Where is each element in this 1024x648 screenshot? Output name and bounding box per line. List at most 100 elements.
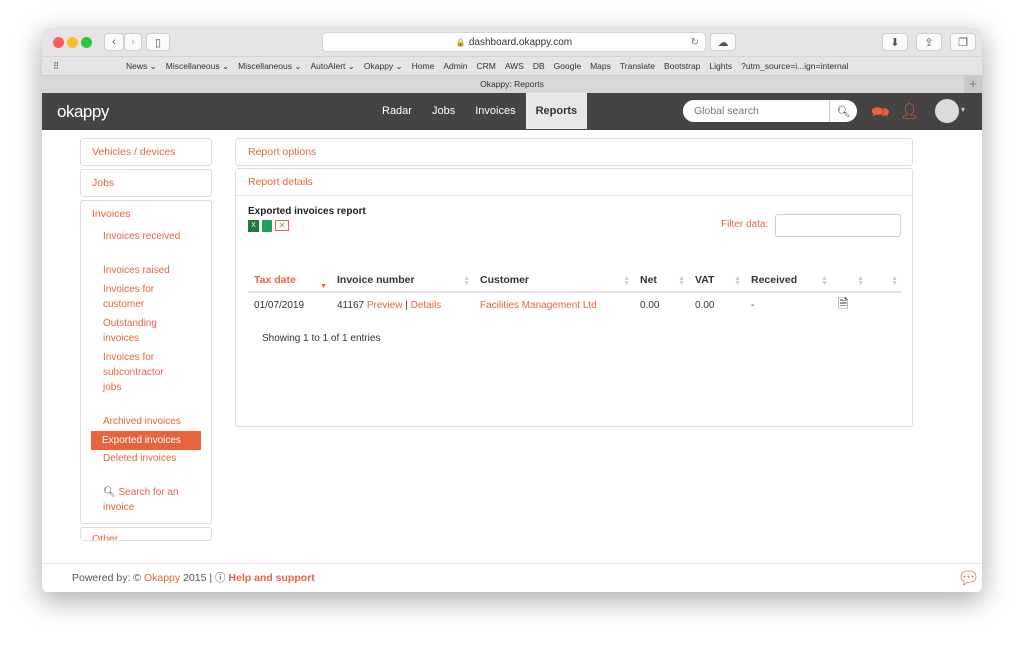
sort-icon: ▲ ▼ [891,275,898,287]
table-row: 01/07/2019 41167 Preview | Details Facil… [248,292,902,318]
sort-icon: ▲ ▼ [821,275,828,287]
report-options-panel: Report options [235,138,913,166]
user-alert-icon[interactable]: 👤︎ [900,102,919,120]
icloud-icon[interactable]: ☁ [710,33,736,51]
bookmarks-bar: ⠿ News ⌄ Miscellaneous ⌄ Miscellaneous ⌄… [42,56,982,75]
navbar: okappy Radar Jobs Invoices Reports 🔍︎ 🗪 … [42,93,982,130]
sort-icon: ▲ ▼ [623,275,630,287]
bookmark[interactable]: Admin [443,61,467,71]
vat-cell: 0.00 [695,300,715,311]
details-link[interactable]: Details [411,300,442,311]
sort-icon: ▲ ▼ [678,275,685,287]
sidebar-invoices[interactable]: Invoices [81,201,211,227]
bookmark[interactable]: DB [533,61,545,71]
sidebar-item[interactable]: Invoices for customer [92,282,172,312]
bookmark[interactable]: AutoAlert ⌄ [310,61,354,72]
column-received[interactable]: Received ▲ ▼ [745,268,832,293]
report-details-toggle[interactable]: Report details [236,169,912,196]
address-bar[interactable]: 🔒 dashboard.okappy.com ↻ [322,32,706,52]
sidebar-item[interactable]: Invoices for subcontractor jobs [92,350,177,395]
sidebar-toggle-icon[interactable]: ▯ [146,33,170,51]
bookmark[interactable]: CRM [476,61,495,71]
sort-icon: ▲ ▼ [734,275,741,287]
bookmark[interactable]: Miscellaneous ⌄ [166,61,229,72]
bookmark[interactable]: ?utm_source=i...ign=internal [741,61,848,71]
bookmark[interactable]: Translate [620,61,655,71]
report-details-panel: Report details Exported invoices report … [235,168,913,427]
global-search-input[interactable] [683,100,829,122]
sheets-export-icon[interactable] [262,220,272,232]
grid-icon[interactable]: ⠿ [53,61,59,72]
sidebar-item[interactable]: Invoices received [92,229,200,244]
excel-export-icon[interactable]: X [248,220,259,232]
bookmark[interactable]: Google [554,61,581,71]
close-window-button[interactable] [53,37,64,48]
bookmark[interactable]: Home [412,61,435,71]
column-blank[interactable]: ▲ ▼ [868,268,902,293]
okappy-link[interactable]: Okappy [144,572,180,584]
filter-input[interactable] [775,214,901,237]
bookmark[interactable]: AWS [505,61,524,71]
download-icon[interactable]: ⬇ [882,33,908,51]
net-cell: 0.00 [640,300,660,311]
sidebar-item[interactable]: Archived invoices [92,414,200,429]
maximize-window-button[interactable] [81,37,92,48]
bookmark[interactable]: News ⌄ [126,61,157,72]
search-icon: 🔍︎ [103,487,119,498]
invoice-number-cell: 41167 Preview | Details [337,300,442,311]
sidebar: Vehicles / devices Jobs Invoices Invoice… [80,138,212,544]
received-cell: - [751,300,755,311]
minimize-window-button[interactable] [67,37,78,48]
table-info: Showing 1 to 1 of 1 entries [262,333,381,344]
footer: Powered by: © Okappy 2015 | ⓘ Help and s… [42,563,982,592]
nav-jobs[interactable]: Jobs [422,93,465,130]
search-invoice-link[interactable]: 🔍︎ Search for an invoice [92,485,182,515]
nav-invoices[interactable]: Invoices [465,93,525,130]
bookmark[interactable]: Bootstrap [664,61,700,71]
chat-icon[interactable]: 🗪 [871,102,890,127]
tab-title[interactable]: Okappy: Reports [480,79,544,89]
tabs-icon[interactable]: ❐ [950,33,976,51]
new-tab-button[interactable]: + [964,76,982,93]
sidebar-item[interactable]: Deleted invoices [92,451,200,466]
back-button[interactable]: ‹ [104,33,124,51]
chevron-down-icon[interactable]: ▾ [961,105,965,114]
nav-radar[interactable]: Radar [372,93,422,130]
column-vat[interactable]: VAT ▲ ▼ [689,268,745,293]
tab-bar: Okappy: Reports + [42,75,982,93]
sidebar-jobs[interactable]: Jobs [81,170,211,196]
column-net[interactable]: Net ▲ ▼ [634,268,689,293]
logo[interactable]: okappy [57,102,109,122]
sidebar-item[interactable]: Outstanding invoices [92,316,172,346]
global-search: 🔍︎ [683,100,857,122]
avatar[interactable] [935,99,959,123]
column-invoice-number[interactable]: Invoice number ▲ ▼ [331,268,474,293]
sidebar-item-active[interactable]: Exported invoices [91,431,201,450]
sort-desc-icon: ▼ [320,283,327,290]
forward-button[interactable]: › [124,33,142,51]
column-customer[interactable]: Customer ▲ ▼ [474,268,634,293]
document-icon[interactable]: 🗎 [832,292,868,318]
preview-link[interactable]: Preview [367,300,403,311]
share-icon[interactable]: ⇪ [916,33,942,51]
chat-widget-icon[interactable]: 💬︎ [957,564,980,592]
column-blank[interactable]: ▲ ▼ [832,268,868,293]
tax-date-cell: 01/07/2019 [254,300,305,311]
search-icon[interactable]: 🔍︎ [829,100,857,122]
bookmark[interactable]: Lights [709,61,732,71]
report-options-toggle[interactable]: Report options [236,139,912,166]
email-icon[interactable]: ✕ [275,220,289,231]
reload-icon[interactable]: ↻ [691,37,699,48]
column-tax-date[interactable]: Tax date ▼ [248,268,331,293]
bookmark[interactable]: Okappy ⌄ [364,61,403,72]
customer-link[interactable]: Facilities Management Ltd [474,292,634,318]
report-title: Exported invoices report [248,206,366,217]
sidebar-other[interactable]: Other [81,528,211,540]
help-link[interactable]: Help and support [228,572,314,584]
nav-reports[interactable]: Reports [525,93,588,129]
bookmark[interactable]: Miscellaneous ⌄ [238,61,301,72]
browser-toolbar: ‹ › ▯ 🔒 dashboard.okappy.com ↻ ☁ ⬇ ⇪ ❐ [42,28,982,56]
sidebar-item[interactable]: Invoices raised [92,263,200,278]
bookmark[interactable]: Maps [590,61,611,71]
sidebar-vehicles[interactable]: Vehicles / devices [81,139,211,165]
